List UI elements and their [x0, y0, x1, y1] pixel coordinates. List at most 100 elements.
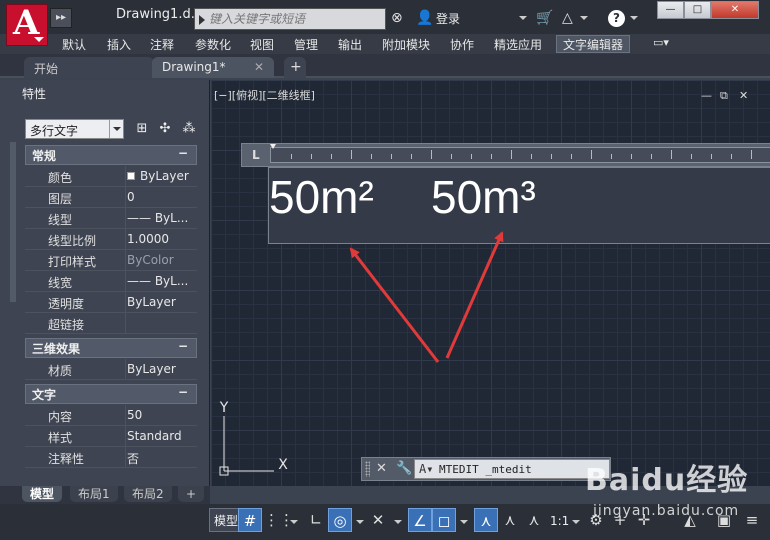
prop-row-plot-style[interactable]: 打印样式 ByColor	[25, 250, 197, 271]
command-prompt-icon[interactable]: A▾	[419, 462, 433, 476]
chevron-down-icon[interactable]	[519, 16, 527, 20]
ortho-icon[interactable]: ∟	[304, 508, 328, 532]
grid-icon[interactable]: #	[238, 508, 262, 532]
command-input[interactable]: A▾ MTEDIT _mtedit	[414, 459, 610, 479]
drag-handle-icon[interactable]	[365, 461, 370, 477]
tab-parametric[interactable]: 参数化	[195, 36, 231, 53]
tab-drawing1-label: Drawing1*	[162, 60, 226, 74]
annotation-scale-value[interactable]: 1:1	[550, 514, 569, 528]
tab-collaborate[interactable]: 协作	[450, 36, 474, 53]
prop-row-transparency[interactable]: 透明度 ByLayer	[25, 292, 197, 313]
chevron-down-icon[interactable]	[572, 520, 580, 524]
properties-palette: 特性 多行文字 ⊞ ✣ ⁂ 常规 − 颜色 ByLayer 图层 0 线型 ——…	[0, 80, 210, 486]
tab-layout1[interactable]: 布局1	[70, 486, 118, 502]
annotation-visibility-icon[interactable]: ⋏	[474, 508, 498, 532]
binoculars-icon[interactable]: ⊗	[391, 10, 403, 26]
login-button[interactable]: 登录	[436, 10, 460, 27]
search-expand-icon[interactable]	[199, 15, 205, 25]
close-icon[interactable]: ✕	[254, 60, 264, 74]
minimize-button[interactable]: —	[657, 1, 684, 19]
color-swatch-icon	[127, 172, 135, 180]
collapse-icon[interactable]: −	[178, 339, 188, 353]
object-snap-tracking-icon[interactable]: ∠	[408, 508, 432, 532]
maximize-button[interactable]: □	[684, 1, 711, 19]
chevron-down-icon[interactable]	[394, 520, 402, 524]
isodraft-icon[interactable]: ✕	[366, 508, 390, 532]
search-box[interactable]	[194, 8, 386, 30]
section-title: 三维效果	[32, 342, 81, 356]
add-layout-button[interactable]: +	[178, 486, 205, 502]
tab-home[interactable]: 默认	[62, 36, 86, 53]
quick-access-expand-button[interactable]: ▸▸	[50, 8, 72, 28]
tab-featured-apps[interactable]: 精选应用	[494, 36, 542, 53]
section-general[interactable]: 常规 −	[25, 145, 197, 165]
prop-row-layer[interactable]: 图层 0	[25, 187, 197, 208]
tab-output[interactable]: 输出	[338, 36, 362, 53]
polar-tracking-icon[interactable]: ◎	[328, 508, 352, 532]
prop-key: 颜色	[48, 171, 73, 185]
prop-row-hyperlink[interactable]: 超链接	[25, 313, 197, 334]
prop-row-material[interactable]: 材质 ByLayer	[25, 359, 197, 380]
help-icon[interactable]: ?	[608, 10, 625, 27]
chevron-down-icon[interactable]	[630, 16, 638, 20]
user-icon[interactable]: 👤	[416, 10, 433, 26]
prop-value: ByColor	[127, 253, 174, 267]
collapse-icon[interactable]: −	[178, 146, 188, 160]
new-tab-button[interactable]: +	[284, 57, 306, 78]
chevron-down-icon[interactable]	[580, 16, 588, 20]
tab-drawing1[interactable]: Drawing1* ✕	[152, 57, 274, 78]
palette-scrollbar[interactable]	[10, 142, 16, 302]
search-input[interactable]	[209, 11, 379, 27]
snap-icon[interactable]: ⋮⋮	[264, 508, 294, 532]
tab-model[interactable]: 模型	[22, 486, 63, 502]
prop-row-style[interactable]: 样式 Standard	[25, 426, 197, 447]
toggle-pickadd-icon[interactable]: ⊞	[133, 120, 151, 138]
collapse-icon[interactable]: −	[178, 385, 188, 399]
close-icon[interactable]: ✕	[376, 461, 387, 476]
prop-value: 0	[127, 190, 135, 204]
application-menu-button[interactable]: A	[6, 3, 48, 46]
arrow-right	[445, 231, 504, 359]
tab-addins[interactable]: 附加模块	[382, 36, 430, 53]
section-3d-effects[interactable]: 三维效果 −	[25, 338, 197, 358]
tab-start[interactable]: 开始	[24, 57, 154, 78]
section-text[interactable]: 文字 −	[25, 384, 197, 404]
prop-value: ByLayer	[127, 169, 197, 183]
chevron-down-icon[interactable]	[460, 520, 468, 524]
object-snap-icon[interactable]: ◻	[432, 508, 456, 532]
select-objects-icon[interactable]: ✣	[156, 120, 174, 138]
command-line[interactable]: ✕ 🔧 A▾ MTEDIT _mtedit	[361, 457, 611, 481]
tab-insert[interactable]: 插入	[107, 36, 131, 53]
prop-key: 线宽	[48, 276, 73, 290]
exchange-icon[interactable]: △	[562, 10, 573, 26]
ribbon-tabs: 默认 插入 注释 参数化 视图 管理 输出 附加模块 协作 精选应用 文字编辑器…	[0, 34, 770, 54]
tab-text-editor[interactable]: 文字编辑器	[556, 35, 631, 53]
prop-row-linetype[interactable]: 线型 —— ByL...	[25, 208, 197, 229]
tab-view[interactable]: 视图	[250, 36, 274, 53]
drawing-area[interactable]: [−][俯视][二维线框] — ⧉ ✕ L 50m² 50m³ Y X ✕ 🔧 …	[211, 80, 770, 486]
prop-value: —— ByL...	[127, 274, 189, 288]
prop-row-contents[interactable]: 内容 50	[25, 405, 197, 426]
auto-scale-icon[interactable]: ⋏	[498, 508, 522, 532]
document-tabs: 开始 Drawing1* ✕ +	[0, 54, 770, 78]
tab-manage[interactable]: 管理	[294, 36, 318, 53]
ribbon-display-toggle-icon[interactable]: ▭▾	[653, 36, 669, 49]
tab-annotate[interactable]: 注释	[150, 36, 174, 53]
prop-row-annotative[interactable]: 注释性 否	[25, 447, 197, 468]
quick-select-icon[interactable]: ⁂	[180, 120, 198, 138]
chevron-down-icon[interactable]	[109, 120, 123, 138]
baidu-watermark: Baidu经验 jingyan.baidu.com	[585, 455, 755, 525]
object-type-select[interactable]: 多行文字	[25, 119, 124, 139]
annotation-scale-icon[interactable]: ⋏	[522, 508, 546, 532]
wrench-icon[interactable]: 🔧	[396, 461, 412, 476]
chevron-down-icon[interactable]	[356, 520, 364, 524]
prop-row-color[interactable]: 颜色 ByLayer	[25, 166, 197, 187]
prop-row-linetype-scale[interactable]: 线型比例 1.0000	[25, 229, 197, 250]
section-title: 常规	[32, 149, 57, 163]
close-button[interactable]: ✕	[711, 1, 759, 19]
cart-icon[interactable]: 🛒	[536, 10, 553, 26]
prop-row-lineweight[interactable]: 线宽 —— ByL...	[25, 271, 197, 292]
watermark-url: jingyan.baidu.com	[593, 503, 740, 519]
tab-layout2[interactable]: 布局2	[124, 486, 172, 502]
chevron-down-icon[interactable]	[290, 520, 298, 524]
